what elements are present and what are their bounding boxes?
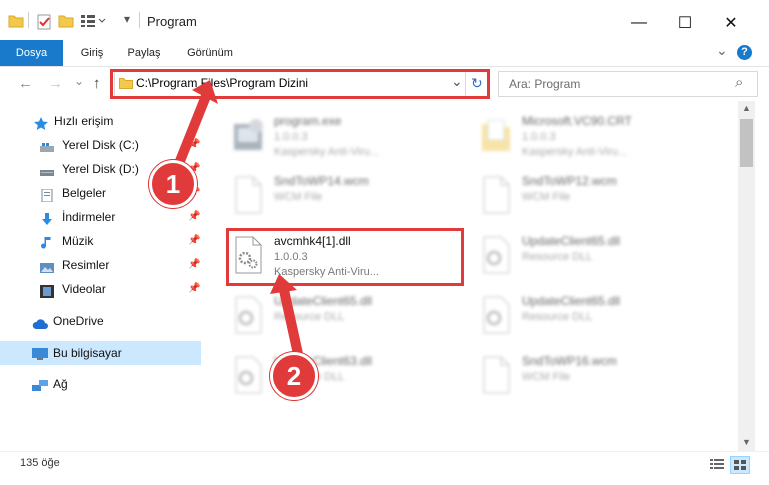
details-view-icon[interactable] [710,458,724,473]
status-bar: 135 öğe [0,451,769,485]
scroll-up-icon[interactable]: ▲ [742,103,751,113]
annotation-arrows [173,80,303,359]
tiles-view-icon[interactable] [730,456,750,474]
step-2-badge: 2 [270,352,318,400]
step-1-badge: 1 [149,160,197,208]
scroll-down-icon[interactable]: ▼ [742,437,751,447]
vertical-scrollbar[interactable]: ▲ ▼ [738,101,755,451]
scroll-thumb[interactable] [740,119,753,167]
item-count: 135 öğe [20,457,60,469]
